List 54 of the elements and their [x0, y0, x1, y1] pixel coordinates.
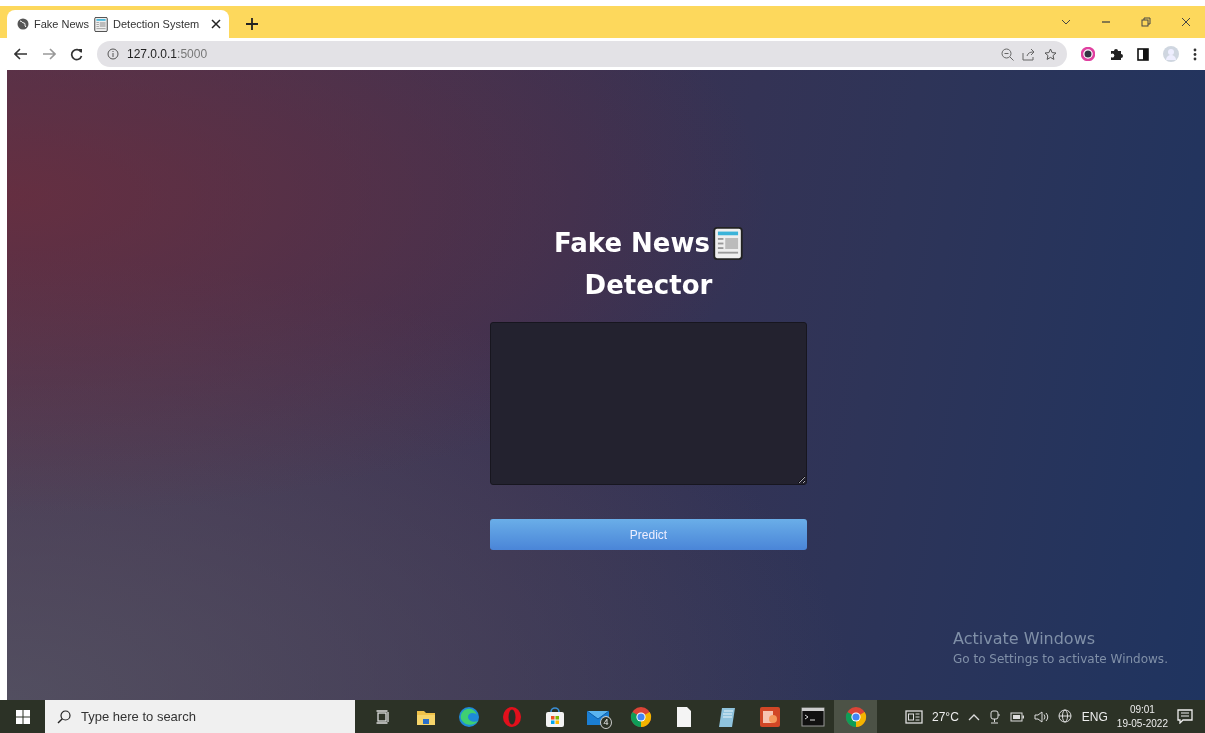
- store-icon[interactable]: [544, 705, 565, 728]
- temperature-text: 27°C: [932, 709, 959, 724]
- page-title: Fake News: [554, 227, 710, 260]
- windows-logo-icon[interactable]: [15, 709, 30, 724]
- presentation-icon[interactable]: [758, 705, 781, 728]
- restore-icon[interactable]: [1141, 17, 1151, 27]
- browser-tab[interactable]: Fake News Detection System: [7, 10, 229, 38]
- chevron-up-icon[interactable]: [967, 712, 980, 721]
- close-icon[interactable]: [211, 19, 221, 29]
- search-icon: [57, 710, 71, 724]
- star-icon[interactable]: [1044, 47, 1057, 61]
- more-icon[interactable]: [1193, 47, 1197, 61]
- search-field[interactable]: Type here to search: [45, 700, 355, 733]
- extension-icon[interactable]: [1081, 47, 1095, 61]
- terminal-icon[interactable]: [800, 706, 825, 727]
- back-icon[interactable]: [14, 48, 28, 60]
- share-icon[interactable]: [1022, 47, 1036, 61]
- notepad-icon[interactable]: [716, 705, 737, 728]
- speaker-icon[interactable]: [1033, 710, 1049, 723]
- taskbar-button[interactable]: 4: [576, 700, 619, 733]
- news-widget-icon[interactable]: [905, 709, 923, 724]
- url-text: 127.0.0.1:5000: [127, 47, 208, 61]
- watermark-title: Activate Windows: [953, 629, 1097, 648]
- news-text-field[interactable]: [490, 322, 807, 485]
- side-panel-icon[interactable]: [1137, 47, 1149, 61]
- watermark-text: Go to Settings to activate Windows.: [953, 652, 1168, 666]
- puzzle-icon[interactable]: [1109, 47, 1123, 61]
- browser-icon[interactable]: [457, 705, 480, 728]
- tab-title: Fake News: [34, 18, 90, 30]
- count-badge: 4: [600, 716, 612, 729]
- battery-icon[interactable]: [1009, 711, 1025, 722]
- camera-icon[interactable]: [988, 709, 1001, 724]
- language-indicator[interactable]: ENG: [1081, 709, 1108, 724]
- forward-icon[interactable]: [42, 48, 56, 60]
- page-title: Detector: [584, 269, 713, 302]
- clock[interactable]: 09:01 19-05-2022: [1116, 702, 1168, 731]
- new-tab-icon[interactable]: [245, 17, 259, 31]
- newspaper-icon: [712, 226, 743, 260]
- chrome-icon[interactable]: [844, 705, 867, 728]
- notification-icon[interactable]: [1177, 709, 1193, 724]
- newspaper-icon: [94, 16, 109, 32]
- chrome-icon[interactable]: [629, 705, 652, 728]
- reload-icon[interactable]: [70, 47, 83, 61]
- globe-icon: [17, 18, 29, 30]
- close-icon[interactable]: [1181, 17, 1191, 27]
- tab-title: Detection System: [113, 18, 200, 30]
- zoom-out-icon[interactable]: [1001, 47, 1014, 61]
- document-icon[interactable]: [675, 705, 692, 728]
- chevron-down-icon[interactable]: [1061, 17, 1071, 27]
- address-bar[interactable]: 127.0.0.1:5000: [97, 41, 1067, 67]
- globe-icon[interactable]: [1057, 709, 1073, 724]
- browser-icon[interactable]: [501, 705, 522, 728]
- info-icon[interactable]: [107, 48, 119, 60]
- task-view-icon[interactable]: [375, 709, 390, 724]
